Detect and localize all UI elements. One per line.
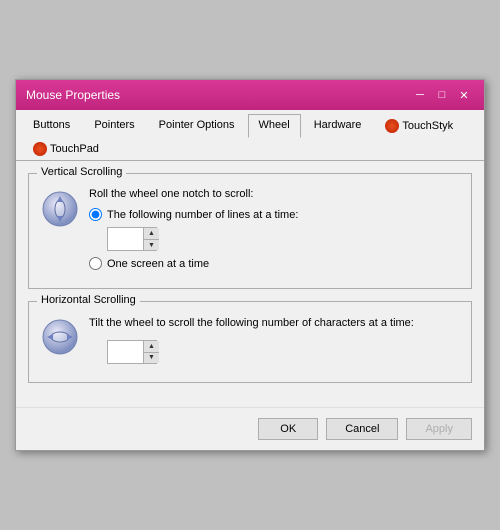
window-title: Mouse Properties [26,88,120,102]
chars-spinner-buttons: ▲ ▼ [143,341,159,363]
tab-wheel[interactable]: Wheel [248,114,301,138]
vertical-scroll-icon [41,190,79,228]
close-button[interactable]: ✕ [454,86,474,104]
cancel-button[interactable]: Cancel [326,418,398,440]
tilt-label: Tilt the wheel to scroll the following n… [89,316,459,331]
tab-pointer-options[interactable]: Pointer Options [148,114,246,137]
lines-radio-label: The following number of lines at a time: [107,209,298,221]
lines-spinner-row: 5 ▲ ▼ [107,227,459,251]
lines-input[interactable]: 5 [108,228,143,250]
lines-radio-row: The following number of lines at a time: [89,208,459,221]
screen-radio-label: One screen at a time [107,258,209,270]
lines-increment-button[interactable]: ▲ [144,228,159,239]
chars-spinner: 3 ▲ ▼ [107,340,157,364]
roll-label: Roll the wheel one notch to scroll: [89,188,459,200]
apply-button[interactable]: Apply [406,418,472,440]
title-bar: Mouse Properties ─ □ ✕ [16,80,484,110]
title-bar-controls: ─ □ ✕ [410,86,474,104]
horizontal-scrolling-inner: Tilt the wheel to scroll the following n… [41,316,459,369]
tab-pointers[interactable]: Pointers [83,114,145,137]
lines-decrement-button[interactable]: ▼ [144,239,159,250]
screen-radio[interactable] [89,257,102,270]
vertical-scrolling-title: Vertical Scrolling [37,166,126,178]
tab-touchstyk[interactable]: TouchStyk [374,114,464,137]
vertical-scrolling-inner: Roll the wheel one notch to scroll: The … [41,188,459,276]
horizontal-scrolling-title: Horizontal Scrolling [37,294,140,306]
horizontal-scrolling-content: Tilt the wheel to scroll the following n… [89,316,459,369]
minimize-button[interactable]: ─ [410,86,430,104]
footer: OK Cancel Apply [16,407,484,450]
window: Mouse Properties ─ □ ✕ Buttons Pointers … [15,79,485,450]
chars-increment-button[interactable]: ▲ [144,341,159,352]
lines-spinner-buttons: ▲ ▼ [143,228,159,250]
tab-touchpad[interactable]: TouchPad [22,137,110,160]
tab-buttons[interactable]: Buttons [22,114,81,137]
chars-input[interactable]: 3 [108,341,143,363]
screen-radio-row: One screen at a time [89,257,459,270]
vertical-scrolling-content: Roll the wheel one notch to scroll: The … [89,188,459,276]
lines-spinner: 5 ▲ ▼ [107,227,157,251]
tab-hardware[interactable]: Hardware [303,114,373,137]
maximize-button[interactable]: □ [432,86,452,104]
touchstyk-icon [385,119,399,133]
ok-button[interactable]: OK [258,418,318,440]
horizontal-scrolling-group: Horizontal Scrolling [28,301,472,382]
chars-decrement-button[interactable]: ▼ [144,352,159,363]
vertical-scrolling-group: Vertical Scrolling [28,173,472,289]
chars-spinner-row: 3 ▲ ▼ [107,340,459,364]
tab-content: Vertical Scrolling [16,161,484,406]
lines-radio[interactable] [89,208,102,221]
tab-bar: Buttons Pointers Pointer Options Wheel H… [16,110,484,161]
touchpad-icon [33,142,47,156]
horizontal-scroll-icon [41,318,79,356]
